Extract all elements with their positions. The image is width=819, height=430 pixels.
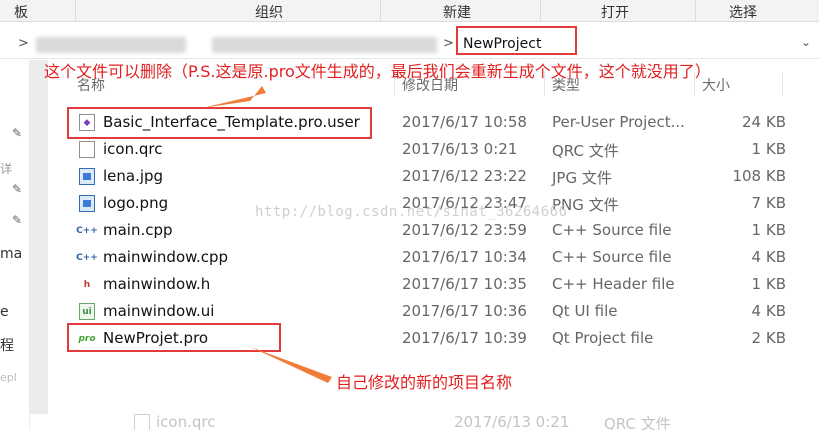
arrow-to-user-file [202, 86, 266, 108]
annotation-bottom-note: 自己修改的新的项目名称 [336, 373, 513, 392]
annotation-top-note: 这个文件可以删除（P.S.这是原.pro文件生成的，最后我们会重新生成个文件，这… [44, 62, 711, 81]
arrow-to-project-file [245, 345, 332, 383]
